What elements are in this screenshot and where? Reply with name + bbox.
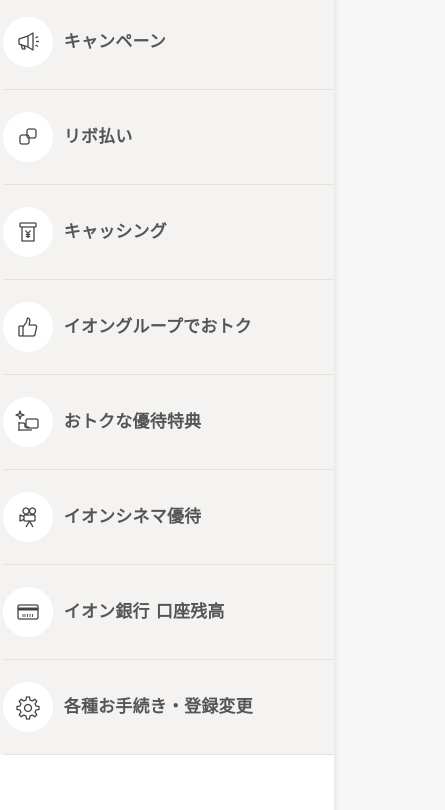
bank-card-icon [17, 604, 39, 620]
icon-circle [3, 302, 53, 352]
menu-item-label: リボ払い [64, 127, 133, 147]
icon-circle [3, 17, 53, 67]
megaphone-icon [18, 32, 39, 51]
panel-edge-shadow [334, 0, 340, 810]
menu-item-label: イオン銀行 口座残高 [64, 602, 225, 622]
sparkle-card-icon [15, 410, 39, 431]
thumbs-up-icon [18, 317, 38, 337]
gear-icon [16, 696, 40, 720]
menu-item-procedures[interactable]: 各種お手続き・登録変更 [0, 660, 334, 755]
menu-item-campaign[interactable]: キャンペーン [0, 0, 334, 90]
menu-item-label: イオングループでおトク [64, 317, 253, 337]
movie-camera-icon [19, 507, 37, 528]
side-menu: キャンペーン リボ払い キャッシング イオングループでおトク おトクな優待特典 … [0, 0, 334, 755]
icon-circle [3, 397, 53, 447]
icon-circle [3, 492, 53, 542]
menu-item-benefits[interactable]: おトクな優待特典 [0, 375, 334, 470]
icon-circle [3, 112, 53, 162]
revolving-squares-icon [19, 128, 37, 145]
icon-circle [3, 207, 53, 257]
menu-item-bank-balance[interactable]: イオン銀行 口座残高 [0, 565, 334, 660]
menu-item-aeon-group[interactable]: イオングループでおトク [0, 280, 334, 375]
menu-item-cinema[interactable]: イオンシネマ優待 [0, 470, 334, 565]
menu-item-label: イオンシネマ優待 [64, 507, 202, 527]
menu-item-label: キャッシング [64, 222, 168, 242]
atm-yen-icon [19, 222, 37, 242]
menu-item-label: キャンペーン [64, 32, 167, 52]
icon-circle [3, 682, 53, 732]
menu-item-label: おトクな優待特典 [64, 412, 202, 432]
menu-item-revolving[interactable]: リボ払い [0, 90, 334, 185]
icon-circle [3, 587, 53, 637]
menu-footer-area [0, 755, 334, 810]
menu-item-label: 各種お手続き・登録変更 [64, 697, 254, 717]
menu-item-cashing[interactable]: キャッシング [0, 185, 334, 280]
